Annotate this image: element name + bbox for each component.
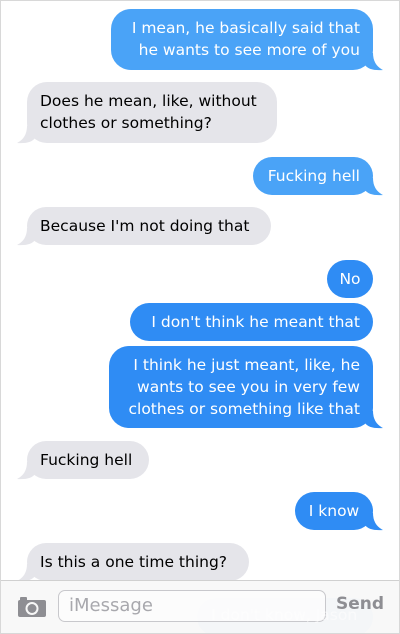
conversation-view: I mean, he basically said that he wants … — [0, 0, 400, 634]
message-line: he wants to see more of you — [138, 41, 360, 59]
message-line: clothes or something? — [40, 114, 212, 132]
bubble-tail — [17, 126, 35, 144]
message-line-partial: I don't know, Jason — [211, 606, 358, 624]
message-bubble-received: Fucking hell — [27, 441, 149, 479]
message-line: I don't think he meant that — [151, 313, 360, 331]
message-line: Is this a one time thing? — [40, 553, 228, 571]
message-bubble-sent: I don't think he meant that — [130, 303, 373, 341]
message-bubble-sent: I mean, he basically said that he wants … — [111, 9, 373, 70]
bubble-tail — [17, 462, 35, 480]
message-line: No — [339, 270, 361, 288]
message-bubble-sent: Fucking hell — [253, 157, 373, 195]
message-bubble-sent: I think he just meant, like, he wants to… — [109, 346, 373, 428]
message-bubble-received: Is this a one time thing? — [27, 543, 249, 581]
message-bubble-received: Does he mean, like, without clothes or s… — [27, 82, 277, 143]
bubble-tail — [365, 411, 383, 429]
bubble-tail — [17, 228, 35, 246]
message-line: Because I'm not doing that — [40, 217, 250, 235]
message-bubble-sent: I know — [295, 492, 373, 530]
camera-icon[interactable] — [17, 596, 47, 618]
message-line: Fucking hell — [40, 451, 133, 469]
message-line: wants to see you in very few — [137, 378, 360, 396]
bubble-tail — [365, 53, 383, 71]
message-line: I think he just meant, like, he — [133, 356, 360, 374]
message-line: I know — [308, 502, 360, 520]
message-line: Does he mean, like, without — [40, 92, 257, 110]
bubble-tail — [365, 178, 383, 196]
message-line: I mean, he basically said that — [131, 19, 360, 37]
bubble-tail — [365, 513, 383, 531]
message-line: Fucking hell — [267, 167, 360, 185]
message-line: clothes or something like that — [128, 400, 360, 418]
message-bubble-received: Because I'm not doing that — [27, 207, 271, 245]
message-bubble-sent: No — [327, 260, 373, 298]
